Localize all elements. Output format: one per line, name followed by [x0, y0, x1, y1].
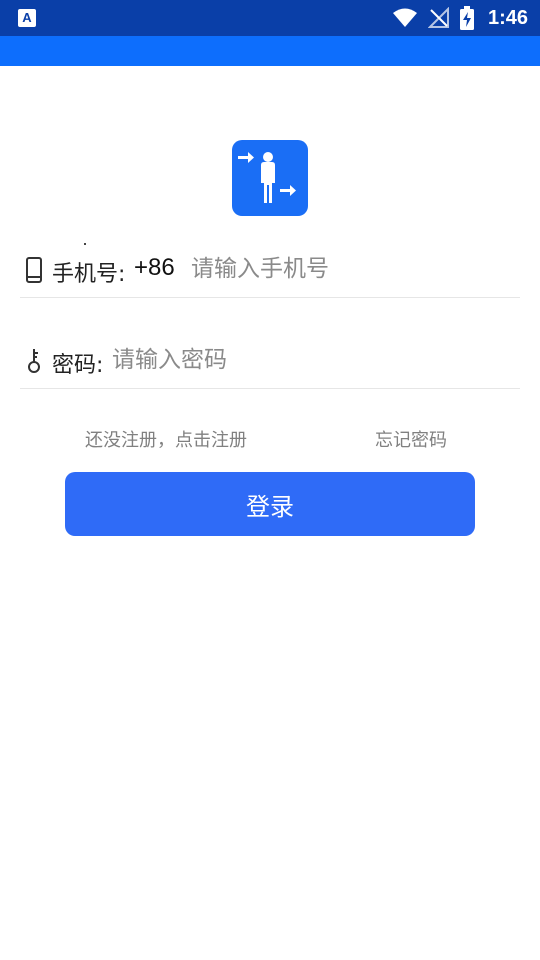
- password-input[interactable]: [112, 343, 512, 377]
- app-notification-icon: A: [18, 9, 36, 27]
- login-button[interactable]: 登录: [65, 472, 475, 536]
- person-transfer-icon: [238, 152, 296, 203]
- app-logo: [232, 140, 308, 216]
- password-field: 密码:: [20, 331, 520, 389]
- phone-field: 手机号: +86: [20, 240, 520, 298]
- password-label: 密码:: [52, 353, 104, 378]
- phone-icon: [26, 257, 42, 283]
- phone-input[interactable]: [191, 252, 511, 286]
- key-icon: [28, 349, 40, 373]
- wifi-icon: [392, 8, 417, 27]
- forgot-password-link[interactable]: 忘记密码: [375, 426, 447, 452]
- status-time: 1:46: [487, 6, 528, 29]
- app-bar: [0, 36, 540, 66]
- signal-off-icon: [427, 7, 449, 28]
- battery-charging-icon: [459, 6, 474, 30]
- phone-label: 手机号:: [52, 262, 126, 287]
- register-link[interactable]: 还没注册，点击注册: [85, 426, 247, 452]
- status-bar: A 1:46: [0, 0, 540, 36]
- status-icons: 1:46: [392, 0, 528, 36]
- country-code: +86: [134, 254, 175, 281]
